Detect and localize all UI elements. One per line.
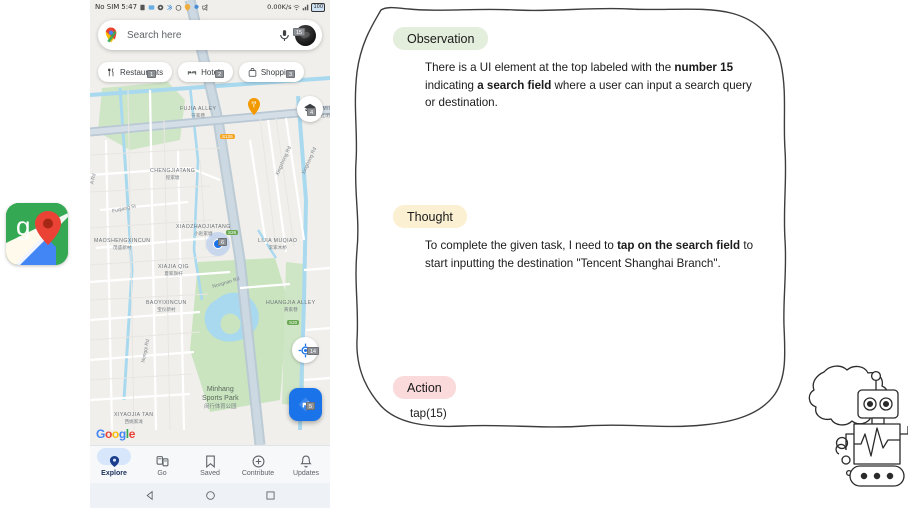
- nav-label: Updates: [292, 470, 320, 477]
- nav-label: Contribute: [241, 470, 275, 477]
- robot-neck: [871, 417, 885, 425]
- shopping-bag-icon: [248, 67, 257, 77]
- alarm-icon: [175, 4, 182, 11]
- action-tag: Action: [393, 376, 456, 399]
- signal-icon: [303, 4, 309, 10]
- overlay-badge-shopping: 3: [286, 70, 295, 78]
- bubble-dot: [841, 455, 851, 465]
- maps-pin-icon: [105, 27, 117, 43]
- plus-circle-icon: [252, 454, 265, 469]
- android-system-nav: [90, 483, 330, 508]
- go-commute-icon: [156, 454, 169, 469]
- overlay-badge-restaurants: 1: [147, 70, 156, 78]
- phone-screenshot: FUJIA ALLEY符家巷 HONGMINGCUN红明村 CHENGJIATA…: [90, 0, 330, 508]
- overlay-badge-hotels: 2: [215, 70, 224, 78]
- hotel-icon: [188, 70, 197, 75]
- overlay-badge-layers: 4: [307, 108, 316, 116]
- chip-hotels[interactable]: Hotels: [178, 62, 233, 82]
- overlay-badge-directions: 5: [306, 402, 315, 410]
- google-maps-app-icon[interactable]: g: [6, 203, 68, 265]
- bookmark-icon: [205, 454, 216, 469]
- route-shield: S126: [220, 134, 235, 139]
- category-chips: Restaurants Hotels Shopping: [98, 62, 304, 82]
- overlay-badge-search: 15: [293, 28, 305, 36]
- reasoning-panel: Observation There is a UI element at the…: [335, 2, 805, 434]
- map-label-park: Minhang Sports Park 闵行体育公园: [202, 386, 239, 410]
- robot-illustration: [806, 362, 908, 508]
- location-icon: [184, 3, 191, 11]
- nav-item-explore[interactable]: Explore: [90, 446, 138, 483]
- microphone-icon[interactable]: [278, 29, 291, 42]
- nav-label: Go: [157, 470, 167, 477]
- restaurant-icon: [108, 67, 114, 76]
- nav-label: Saved: [200, 470, 220, 477]
- recents-button[interactable]: [265, 490, 276, 501]
- map-label: FUJIA ALLEY 符家巷: [180, 106, 217, 118]
- carrier-label: No SIM: [95, 3, 120, 11]
- overlay-badge-locate: 14: [307, 347, 319, 355]
- map-label: BAOYIXINCUN 宝仪新村: [146, 300, 187, 312]
- screenshot-root: g FUJIA ALLEY 符家巷 红明 CHENGJIATANG 程家塘 XI…: [0, 0, 908, 508]
- map-label: XIAJIA QIG 夏家旗杆: [158, 264, 190, 276]
- robot-antenna-ball: [870, 370, 882, 382]
- nav-item-go[interactable]: Go: [138, 446, 186, 483]
- compass-icon: [157, 4, 164, 10]
- battery-icon: 100: [311, 2, 325, 12]
- nav-item-saved[interactable]: Saved: [186, 446, 234, 483]
- map-label: XIYAOJIA TAN 西姚家滩: [114, 412, 154, 424]
- thought-tag: Thought: [393, 205, 467, 228]
- home-button[interactable]: [205, 490, 216, 501]
- nav-item-contribute[interactable]: Contribute: [234, 446, 282, 483]
- network-speed-label: 0.00K/s: [267, 3, 292, 11]
- search-input-placeholder[interactable]: Search here: [127, 30, 278, 41]
- bluetooth-icon: [167, 3, 173, 11]
- search-field[interactable]: Search here: [98, 20, 322, 50]
- bottom-navigation: Explore Go Saved Contribute Updates: [90, 445, 330, 483]
- observation-tag: Observation: [393, 27, 489, 50]
- chip-restaurants[interactable]: Restaurants: [98, 62, 173, 82]
- action-text: tap(15): [410, 407, 447, 420]
- message-icon: [148, 4, 155, 10]
- wifi-icon: [293, 4, 300, 10]
- robot-arm-right: [900, 426, 908, 435]
- thought-text: To complete the given task, I need to ta…: [425, 239, 754, 270]
- svg-text:g: g: [16, 211, 30, 241]
- bell-icon: [300, 454, 312, 469]
- route-shield: S20: [287, 320, 300, 325]
- mute-icon: [202, 3, 208, 11]
- nav-label: Explore: [101, 470, 127, 477]
- map-label: CHENGJIATANG 程家塘: [150, 168, 196, 180]
- clock-label: 5:47: [121, 3, 138, 11]
- map-label: LIJIA MUQIAO 李家木桥: [258, 238, 298, 250]
- map-label: HUANGJIA ALLEY 黄家巷: [266, 300, 316, 312]
- overlay-badge-bluedot: 6: [218, 238, 227, 246]
- map-label: MAOSHENGXINCUN 茂盛新村: [94, 238, 151, 250]
- nav-item-updates[interactable]: Updates: [282, 446, 330, 483]
- pin-icon: [194, 4, 199, 9]
- status-bar: No SIM 5:47 0.00K/s 100: [90, 0, 330, 14]
- sim-icon: [140, 4, 145, 10]
- google-watermark: Google: [96, 427, 135, 441]
- map-pin-icon: [109, 454, 120, 469]
- chip-label: Restaurants: [120, 67, 164, 77]
- back-button[interactable]: [145, 490, 156, 501]
- observation-text: There is a UI element at the top labeled…: [425, 61, 752, 110]
